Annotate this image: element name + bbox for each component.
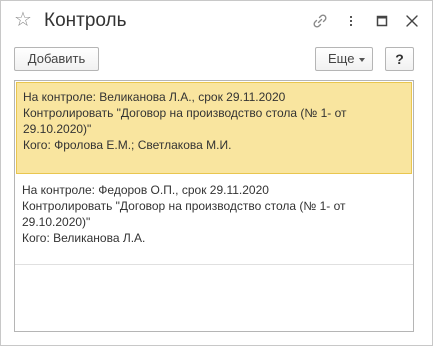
item-line: 29.10.2020)"	[23, 122, 92, 136]
item-line: Контролировать "Договор на производство …	[23, 106, 347, 120]
add-button[interactable]: Добавить	[14, 47, 99, 71]
item-line: Контролировать "Договор на производство …	[22, 199, 346, 213]
control-window: ☆ Контроль Добавить Еще ? На контроле: В…	[0, 0, 433, 346]
command-bar: Добавить Еще ?	[1, 45, 432, 73]
more-button[interactable]: Еще	[315, 47, 373, 71]
item-line: На контроле: Федоров О.П., срок 29.11.20…	[22, 183, 269, 197]
more-button-label: Еще	[328, 51, 355, 66]
link-icon[interactable]	[310, 11, 330, 31]
item-line: На контроле: Великанова Л.А., срок 29.11…	[23, 90, 286, 104]
item-line: Кого: Фролова Е.М.; Светлакова М.И.	[23, 138, 232, 152]
list-item[interactable]: На контроле: Великанова Л.А., срок 29.11…	[16, 82, 412, 174]
help-button[interactable]: ?	[385, 47, 414, 71]
star-icon[interactable]: ☆	[14, 9, 32, 29]
maximize-icon[interactable]	[372, 11, 392, 31]
control-list[interactable]: На контроле: Великанова Л.А., срок 29.11…	[14, 80, 414, 332]
close-icon[interactable]	[402, 11, 422, 31]
title-bar: ☆ Контроль	[1, 1, 432, 41]
chevron-down-icon	[359, 58, 365, 62]
item-line: 29.10.2020)"	[22, 215, 91, 229]
list-item[interactable]: На контроле: Федоров О.П., срок 29.11.20…	[15, 175, 413, 265]
window-title: Контроль	[44, 10, 127, 31]
item-line: Кого: Великанова Л.А.	[22, 231, 146, 245]
more-vert-icon[interactable]	[341, 11, 361, 31]
